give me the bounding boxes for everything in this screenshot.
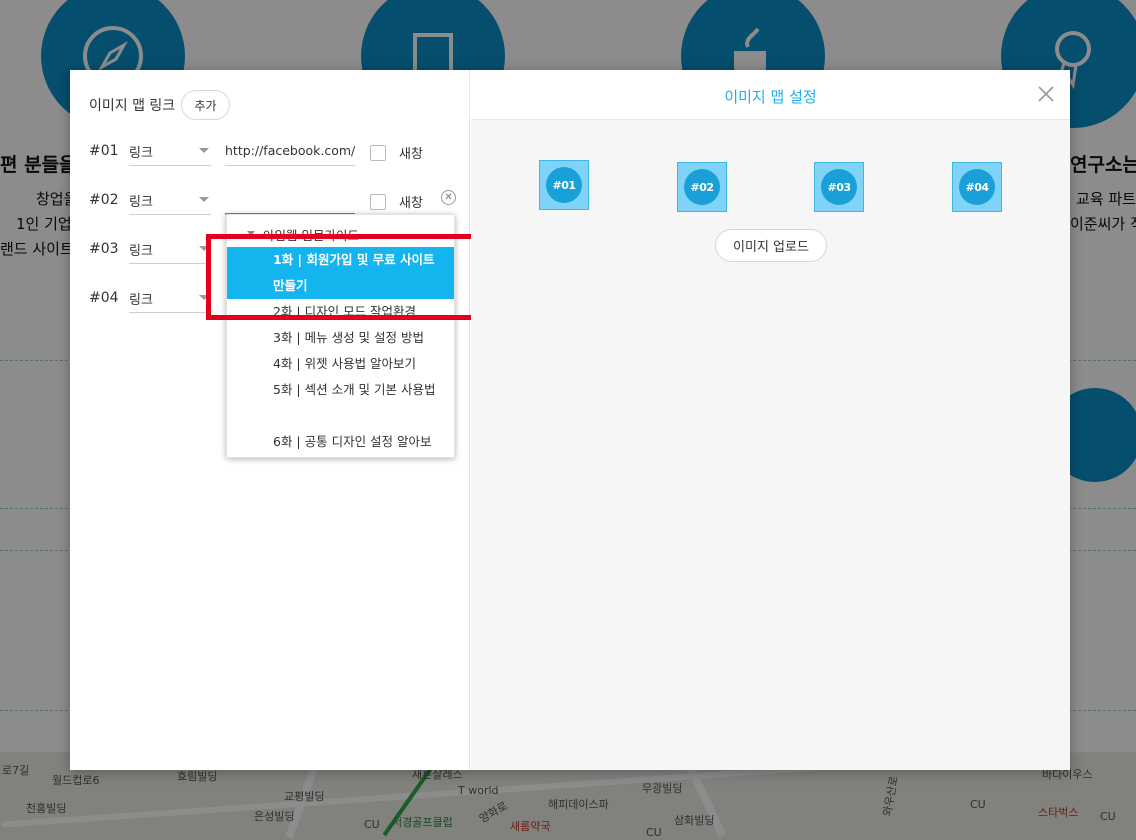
image-map-modal: 이미지 맵 링크 추가 #01 링크 새창 #02 링크 새창 ✕: [70, 70, 1070, 770]
dropdown-item[interactable]: 5화 | 섹션 소개 및 기본 사용법: [227, 377, 454, 403]
map-area-label: #03: [821, 169, 857, 205]
map-area-label: #04: [959, 169, 995, 205]
url-input[interactable]: [225, 136, 355, 166]
chevron-down-icon: [199, 148, 209, 153]
dropdown-item[interactable]: 6화 | 공통 디자인 설정 알아보: [227, 429, 454, 455]
link-type-value: 링크: [129, 146, 153, 161]
link-panel: 이미지 맵 링크 추가 #01 링크 새창 #02 링크 새창 ✕: [70, 70, 488, 770]
add-link-button[interactable]: 추가: [181, 90, 230, 120]
image-map-settings-panel: 이미지 맵 설정 #01 #02 #03 #04 이미지 업로드: [471, 70, 1070, 770]
dropdown-item[interactable]: 4화 | 위젯 사용법 알아보기: [227, 351, 454, 377]
link-type-select[interactable]: 링크: [129, 185, 211, 215]
new-window-label: 새창: [399, 196, 423, 211]
image-upload-button[interactable]: 이미지 업로드: [715, 229, 827, 262]
new-window-checkbox[interactable]: [370, 145, 386, 161]
dropdown-item[interactable]: 3화 | 메뉴 생성 및 설정 방법: [227, 325, 454, 351]
row-number: #03: [89, 241, 119, 257]
link-type-value: 링크: [129, 293, 153, 308]
new-window-label: 새창: [399, 147, 423, 162]
row-number: #01: [89, 143, 119, 159]
link-row: #02 링크 새창 ✕: [89, 179, 459, 219]
link-row: #01 링크 새창: [89, 130, 459, 170]
map-area-02[interactable]: #02: [677, 162, 727, 212]
link-type-select[interactable]: 링크: [129, 234, 211, 264]
link-panel-title: 이미지 맵 링크: [89, 98, 176, 114]
map-area-label: #01: [546, 167, 582, 203]
url-input[interactable]: [225, 185, 355, 215]
chevron-down-icon: [199, 197, 209, 202]
panel-title: 이미지 맵 설정: [724, 88, 817, 106]
map-area-label: #02: [684, 169, 720, 205]
close-icon[interactable]: [1036, 84, 1056, 104]
panel-header: 이미지 맵 설정: [471, 70, 1070, 120]
map-area-04[interactable]: #04: [952, 162, 1002, 212]
map-area-01[interactable]: #01: [539, 160, 589, 210]
link-type-value: 링크: [129, 244, 153, 259]
link-type-value: 링크: [129, 195, 153, 210]
highlight-box: [206, 234, 488, 320]
map-area-03[interactable]: #03: [814, 162, 864, 212]
row-number: #04: [89, 290, 119, 306]
link-type-select[interactable]: 링크: [129, 136, 211, 166]
clear-icon[interactable]: ✕: [441, 190, 456, 205]
row-number: #02: [89, 192, 119, 208]
link-type-select[interactable]: 링크: [129, 283, 211, 313]
new-window-checkbox[interactable]: [370, 194, 386, 210]
